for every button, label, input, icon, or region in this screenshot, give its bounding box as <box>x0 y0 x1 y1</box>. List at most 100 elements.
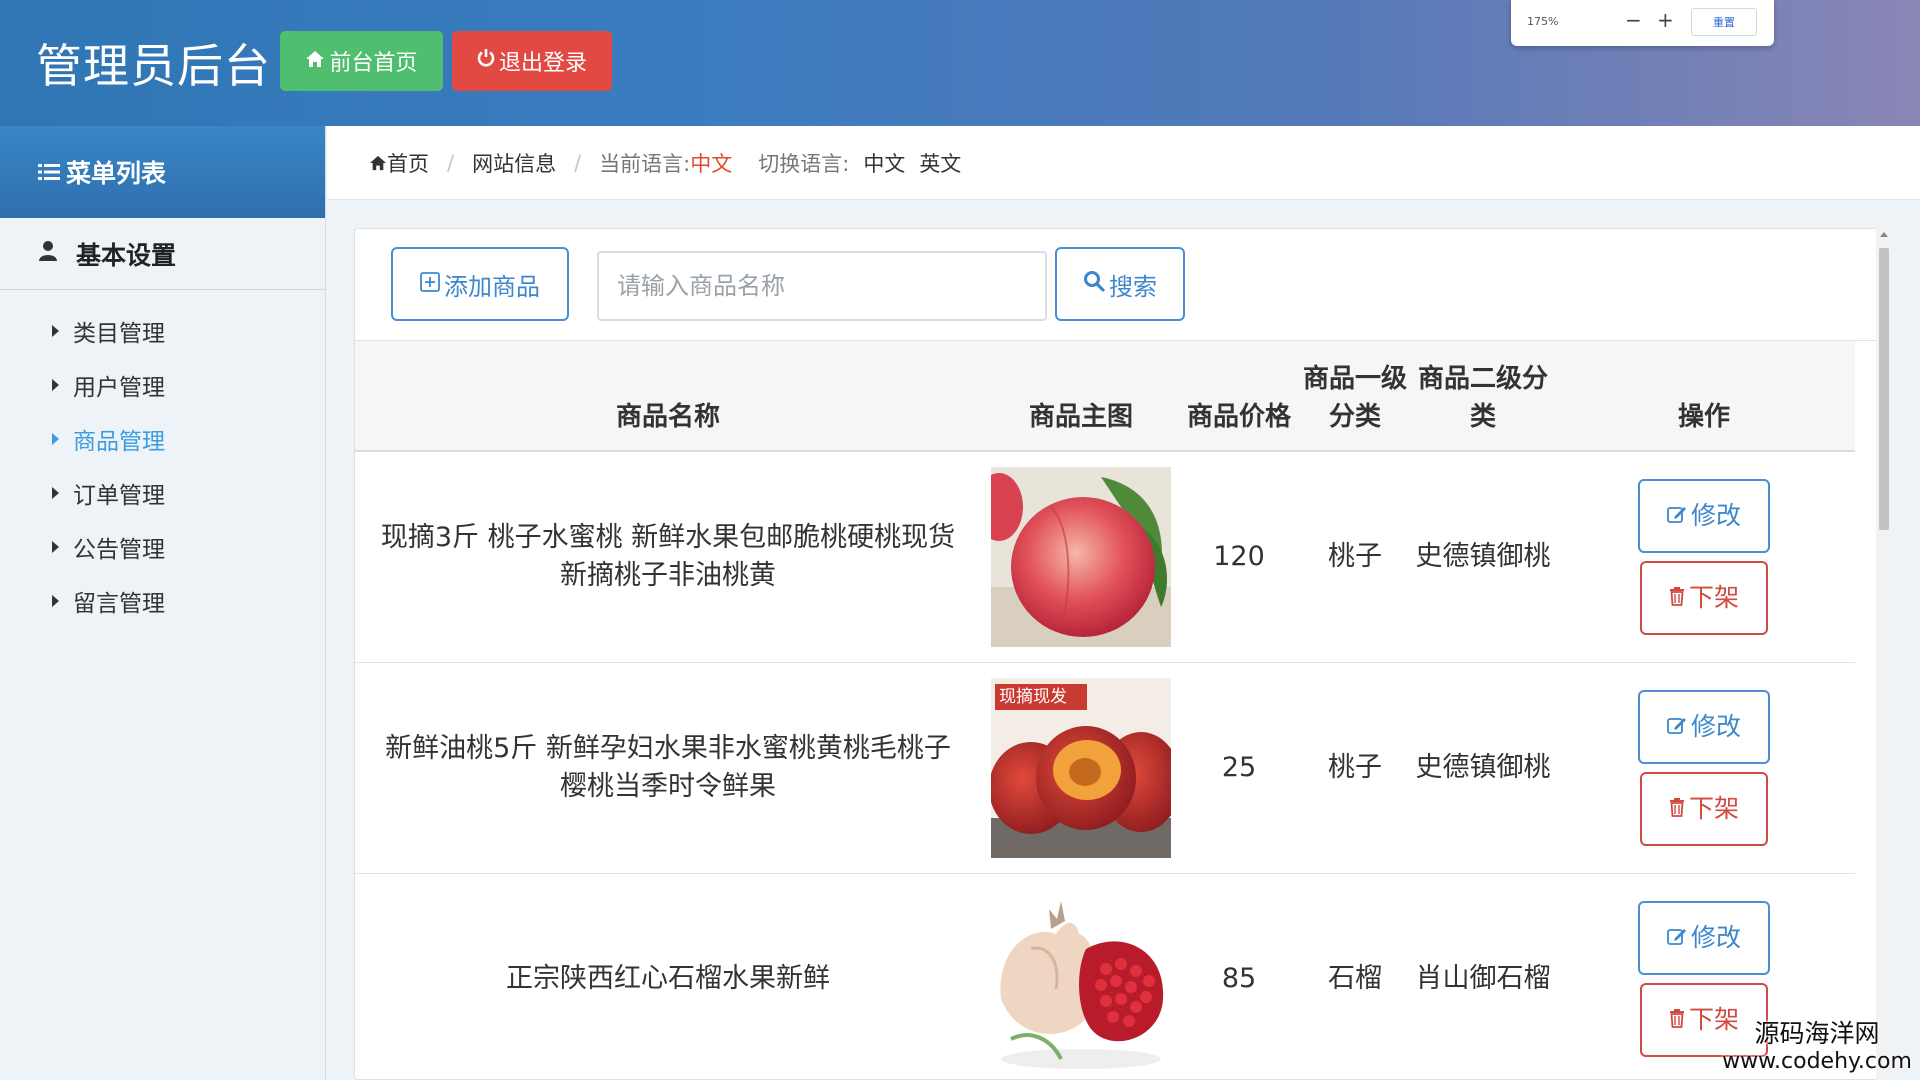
sidebar-item-orders[interactable]: 订单管理 <box>0 466 325 520</box>
edit-button[interactable]: 修改 <box>1638 689 1770 764</box>
frontend-home-button[interactable]: 前台首页 <box>280 31 443 91</box>
remove-label: 下架 <box>1688 793 1739 823</box>
caret-right-icon <box>52 595 59 607</box>
edit-button[interactable]: 修改 <box>1638 478 1770 553</box>
logout-label: 退出登录 <box>498 51 587 76</box>
table-row: 正宗陕西红心石榴水果新鲜 85 石榴 肖山御石榴 修改 下架 <box>355 873 1855 1079</box>
breadcrumb-site-info[interactable]: 网站信息 <box>472 148 556 178</box>
current-language-value: 中文 <box>690 151 733 176</box>
plus-square-icon <box>420 270 440 298</box>
product-category-1: 石榴 <box>1328 962 1382 994</box>
trash-icon <box>1669 1001 1685 1039</box>
app-title: 管理员后台 <box>36 39 271 93</box>
home-icon <box>369 151 387 175</box>
search-label: 搜索 <box>1109 272 1157 301</box>
sidebar-item-label: 商品管理 <box>73 429 165 455</box>
product-table: 商品名称 商品主图 商品价格 商品一级分类 商品二级分类 操作 现摘3斤 桃子水… <box>355 341 1855 1079</box>
search-icon <box>1083 270 1105 298</box>
watermark-line-1: 源码海洋网 <box>1754 1019 1880 1048</box>
caret-right-icon <box>52 433 59 445</box>
product-category-2: 史德镇御桃 <box>1415 751 1551 783</box>
watermark: 源码海洋网 www.codehy.com <box>1714 1020 1920 1080</box>
product-price: 85 <box>1221 962 1257 994</box>
column-header-price: 商品价格 <box>1181 341 1297 452</box>
zoom-value: 175% <box>1527 15 1559 28</box>
product-image-cell: 现摘现发 <box>981 662 1181 873</box>
table-row: 新鲜油桃5斤 新鲜孕妇水果非水蜜桃黄桃毛桃子樱桃当季时令鲜果 现摘现发 25 桃… <box>355 662 1855 873</box>
sidebar-item-products[interactable]: 商品管理 <box>0 412 325 466</box>
actions-cell: 修改 下架 <box>1553 662 1855 873</box>
sidebar-item-announcements[interactable]: 公告管理 <box>0 520 325 574</box>
product-image-pomegranate[interactable] <box>991 888 1171 1069</box>
zoom-widget: 175% − + 重置 <box>1511 0 1774 46</box>
edit-label: 修改 <box>1690 500 1741 530</box>
page-scrollbar[interactable] <box>1876 228 1892 1080</box>
watermark-line-2: www.codehy.com <box>1722 1049 1912 1074</box>
column-header-category-1: 商品一级分类 <box>1297 341 1413 452</box>
caret-right-icon <box>52 487 59 499</box>
breadcrumb-home[interactable]: 首页 <box>387 148 429 178</box>
product-panel: 添加商品 搜索 商品名称 商品主图 商品价格 商品一级分类 商品二级分类 操作 <box>354 228 1878 1080</box>
search-button[interactable]: 搜索 <box>1055 247 1185 321</box>
breadcrumb: 首页 / 网站信息 / 当前语言: 中文 切换语言: 中文 英文 <box>327 126 1920 200</box>
edit-icon <box>1667 497 1687 535</box>
column-header-name: 商品名称 <box>355 341 981 452</box>
switch-language-label: 切换语言: <box>758 151 850 176</box>
caret-right-icon <box>52 325 59 337</box>
product-category-1: 桃子 <box>1328 540 1382 572</box>
table-row: 现摘3斤 桃子水蜜桃 新鲜水果包邮脆桃硬桃现货新摘桃子非油桃黄 120 桃子 史… <box>355 451 1855 662</box>
product-category-2: 肖山御石榴 <box>1415 962 1551 994</box>
product-price: 25 <box>1221 751 1257 783</box>
list-icon <box>38 158 60 187</box>
language-zh-link[interactable]: 中文 <box>863 148 905 178</box>
sidebar-item-label: 订单管理 <box>73 483 165 509</box>
home-icon <box>305 49 325 74</box>
toolbar: 添加商品 搜索 <box>355 229 1877 341</box>
sidebar-item-label: 类目管理 <box>73 321 165 347</box>
caret-right-icon <box>52 379 59 391</box>
sidebar-group-label: 基本设置 <box>76 240 177 270</box>
remove-from-shelf-button[interactable]: 下架 <box>1640 560 1768 635</box>
product-name: 新鲜油桃5斤 新鲜孕妇水果非水蜜桃黄桃毛桃子樱桃当季时令鲜果 <box>385 732 951 802</box>
breadcrumb-separator: / <box>574 150 582 175</box>
scrollbar-thumb[interactable] <box>1879 248 1889 530</box>
power-icon <box>477 48 495 74</box>
top-header: 管理员后台 前台首页 退出登录 175% − + 重置 <box>0 0 1920 126</box>
remove-from-shelf-button[interactable]: 下架 <box>1640 771 1768 846</box>
frontend-home-label: 前台首页 <box>329 51 418 76</box>
sidebar-menu: 类目管理 用户管理 商品管理 订单管理 公告管理 留言管理 <box>0 290 325 628</box>
sidebar-item-label: 公告管理 <box>73 537 165 563</box>
product-search-input[interactable] <box>597 251 1047 321</box>
product-image-peach[interactable] <box>991 466 1171 647</box>
edit-icon <box>1667 919 1687 957</box>
caret-right-icon <box>52 541 59 553</box>
breadcrumb-separator: / <box>447 150 455 175</box>
column-header-category-2: 商品二级分类 <box>1413 341 1553 452</box>
edit-button[interactable]: 修改 <box>1638 900 1770 975</box>
sidebar-item-messages[interactable]: 留言管理 <box>0 574 325 628</box>
product-image-nectarine[interactable]: 现摘现发 <box>991 677 1171 858</box>
zoom-in-button[interactable]: + <box>1657 8 1674 32</box>
column-header-image: 商品主图 <box>981 341 1181 452</box>
trash-icon <box>1669 579 1685 617</box>
sidebar-group-basic-settings[interactable]: 基本设置 <box>0 218 325 290</box>
edit-label: 修改 <box>1690 711 1741 741</box>
add-product-button[interactable]: 添加商品 <box>391 247 569 321</box>
sidebar-item-users[interactable]: 用户管理 <box>0 358 325 412</box>
zoom-reset-button[interactable]: 重置 <box>1691 8 1757 36</box>
actions-cell: 修改 下架 <box>1553 451 1855 662</box>
sidebar: 菜单列表 基本设置 类目管理 用户管理 商品管理 订单管理 公告管理 留言管理 <box>0 126 326 1080</box>
add-product-label: 添加商品 <box>444 272 540 301</box>
remove-label: 下架 <box>1688 582 1739 612</box>
sidebar-item-category[interactable]: 类目管理 <box>0 304 325 358</box>
trash-icon <box>1669 790 1685 828</box>
logout-button[interactable]: 退出登录 <box>452 31 612 91</box>
sidebar-title: 菜单列表 <box>0 126 325 218</box>
column-header-actions: 操作 <box>1553 341 1855 452</box>
current-language-label: 当前语言: <box>599 151 691 176</box>
scroll-up-arrow-icon[interactable] <box>1880 232 1888 237</box>
product-name: 正宗陕西红心石榴水果新鲜 <box>506 962 830 994</box>
language-en-link[interactable]: 英文 <box>919 148 961 178</box>
zoom-out-button[interactable]: − <box>1625 8 1642 32</box>
product-name: 现摘3斤 桃子水蜜桃 新鲜水果包邮脆桃硬桃现货新摘桃子非油桃黄 <box>380 521 956 591</box>
